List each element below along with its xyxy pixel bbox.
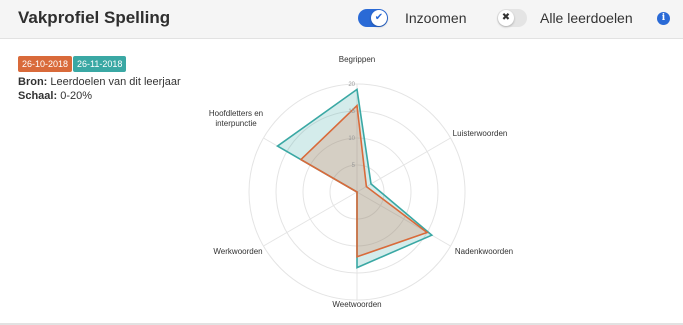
tick-label: 10: [348, 136, 355, 142]
tick-label: 20: [348, 82, 355, 88]
axis-label: Weetwoorden: [332, 300, 381, 309]
radar-chart: 5101520BegrippenLuisterwoordenNadenkwoor…: [209, 55, 513, 309]
axis-label: Hoofdletters en interpunctie: [209, 109, 263, 128]
axis-label: Nadenkwoorden: [455, 247, 513, 256]
axis-label: Werkwoorden: [213, 247, 262, 256]
axis-label: Luisterwoorden: [453, 129, 508, 138]
tick-label: 15: [348, 109, 355, 115]
axis-spoke: [263, 191, 358, 247]
axis-label: Begrippen: [339, 55, 375, 64]
